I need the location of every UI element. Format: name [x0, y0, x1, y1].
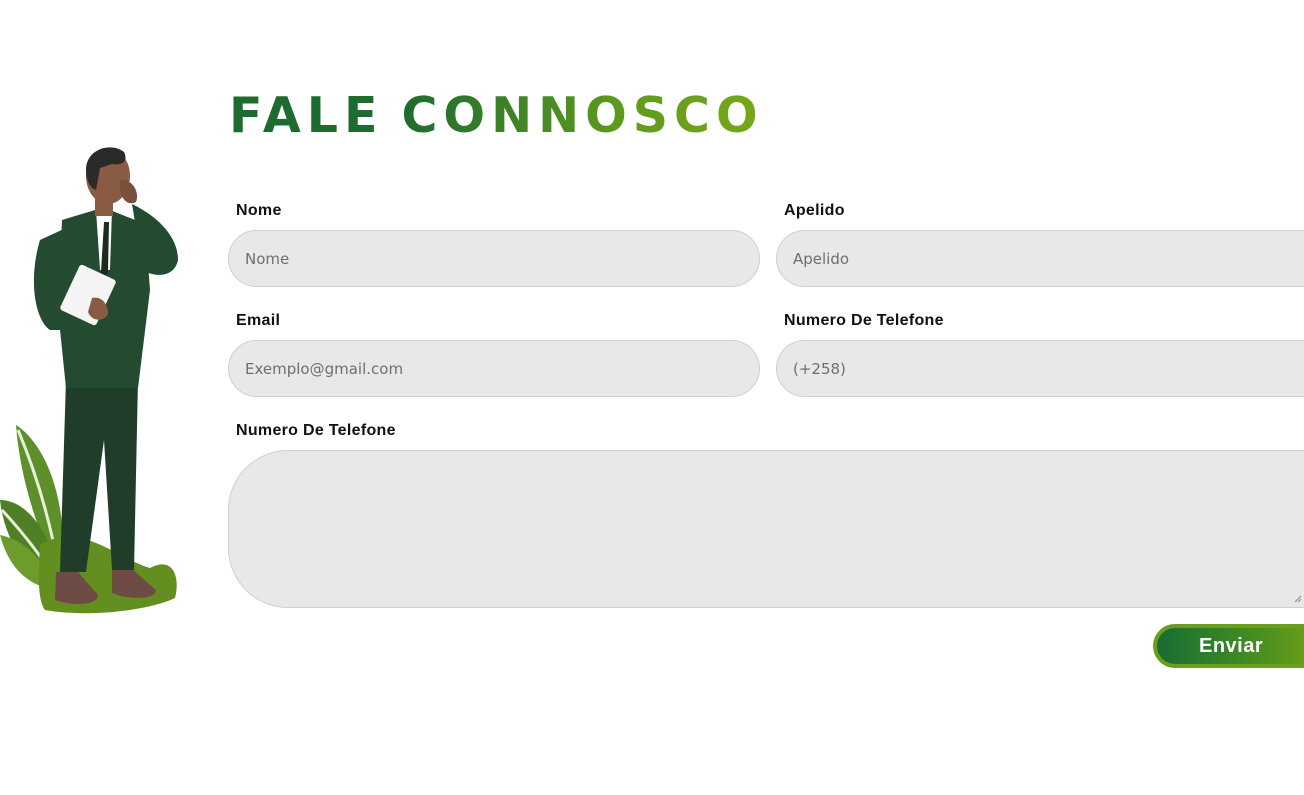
page-title-part-2: CONNOSCO	[401, 87, 764, 144]
businessman-on-phone-with-plants-icon	[0, 147, 178, 614]
email-label: Email	[236, 312, 281, 329]
resize-grip-icon[interactable]	[1294, 595, 1302, 603]
last-name-input[interactable]	[776, 230, 1304, 287]
page-title-part-1: FALE	[229, 87, 384, 144]
first-name-label: Nome	[236, 202, 282, 219]
phone-input[interactable]	[776, 340, 1304, 397]
phone-label: Numero De Telefone	[784, 312, 944, 329]
email-input[interactable]	[228, 340, 760, 397]
message-label: Numero De Telefone	[236, 422, 396, 439]
first-name-input[interactable]	[228, 230, 760, 287]
page-title: FALE CONNOSCO	[229, 86, 764, 146]
send-button[interactable]: Enviar	[1153, 624, 1304, 668]
message-textarea[interactable]	[228, 450, 1304, 608]
last-name-label: Apelido	[784, 202, 845, 219]
